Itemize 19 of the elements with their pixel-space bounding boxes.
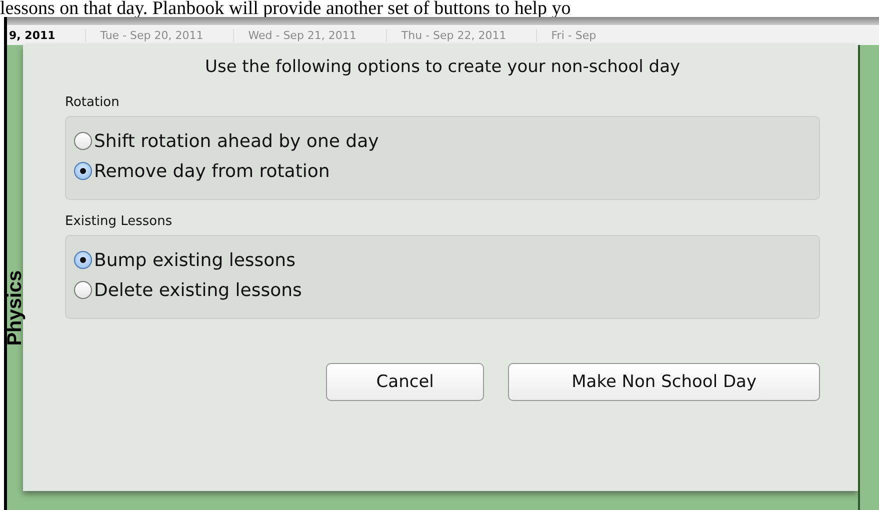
radio-button[interactable]	[74, 281, 92, 299]
option-label[interactable]: Shift rotation ahead by one day	[94, 130, 379, 152]
radio-button[interactable]	[74, 162, 92, 180]
group-label: Rotation	[65, 95, 120, 110]
option-label[interactable]: Bump existing lessons	[94, 250, 296, 270]
radio-button[interactable]	[74, 132, 92, 150]
group-label: Existing Lessons	[65, 214, 174, 229]
dialog-button[interactable]: Cancel	[326, 363, 484, 401]
option-label[interactable]: Delete existing lessons	[94, 280, 302, 300]
dialog-title: Use the following options to create your non-school day	[204, 57, 682, 77]
day-heading: Fri - Sep	[536, 28, 626, 42]
option-label[interactable]: Remove day from rotation	[94, 160, 330, 182]
lesson-label: Physics	[6, 270, 24, 346]
dialog-button[interactable]: Make Non School Day	[508, 363, 820, 401]
day-heading: Wed - Sep 21, 2011	[233, 28, 386, 42]
day-heading: 9, 2011	[8, 28, 56, 42]
radio-button[interactable]	[74, 251, 92, 269]
day-heading: Thu - Sep 22, 2011	[386, 28, 536, 42]
day-heading: Tue - Sep 20, 2011	[85, 28, 234, 42]
